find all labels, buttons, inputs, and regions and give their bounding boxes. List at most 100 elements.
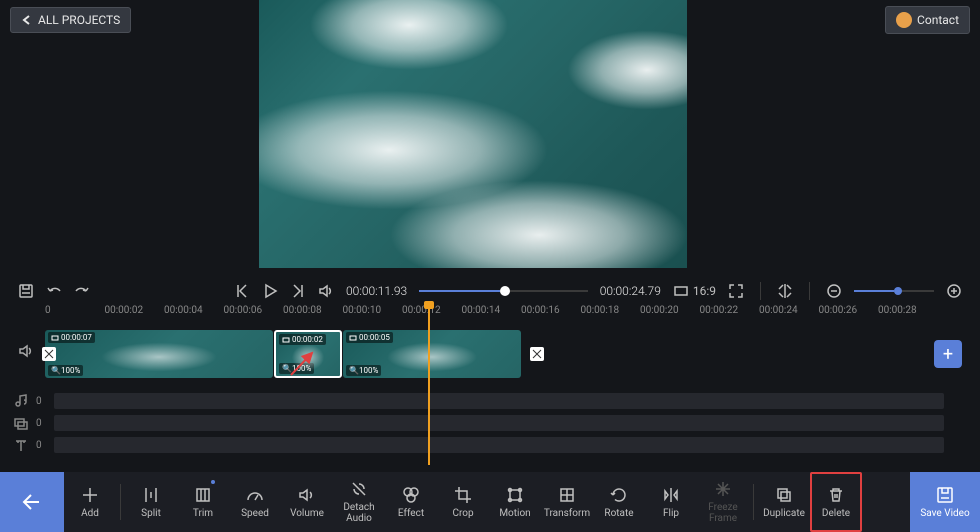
zoom-slider[interactable] (854, 290, 934, 292)
overlay-track-row[interactable]: 0 (10, 412, 960, 434)
zoom-in-icon[interactable] (946, 283, 962, 299)
play-icon[interactable] (262, 283, 278, 299)
audio-track-bar[interactable] (54, 393, 944, 409)
transform-button[interactable]: Transform (541, 472, 593, 532)
aspect-icon (673, 283, 689, 299)
split-button[interactable]: Split (125, 472, 177, 532)
volume-label: Volume (290, 508, 324, 519)
add-button[interactable]: Add (64, 472, 116, 532)
ruler-tick: 00:00:06 (224, 305, 284, 323)
trim-icon (194, 486, 212, 504)
overlay-track-bar[interactable] (54, 415, 944, 431)
contact-button[interactable]: Contact (885, 6, 970, 34)
text-track-bar[interactable] (54, 437, 944, 453)
transform-icon (558, 486, 576, 504)
trim-button[interactable]: Trim (177, 472, 229, 532)
detach-icon (350, 480, 368, 498)
next-frame-icon[interactable] (290, 283, 306, 299)
effect-icon (402, 486, 420, 504)
ruler-tick: 00:00:16 (521, 305, 581, 323)
add-track-button[interactable]: + (934, 340, 962, 368)
redo-icon[interactable] (74, 283, 90, 299)
ruler-tick: 00:00:20 (640, 305, 700, 323)
motion-button[interactable]: Motion (489, 472, 541, 532)
flip-label: Flip (663, 508, 679, 519)
ruler-tick: 00:00:14 (462, 305, 522, 323)
volume-button[interactable]: Volume (281, 472, 333, 532)
flip-icon (662, 486, 680, 504)
speed-button[interactable]: Speed (229, 472, 281, 532)
detach-audio-button[interactable]: Detach Audio (333, 472, 385, 532)
all-projects-label: ALL PROJECTS (38, 13, 120, 27)
crop-label: Crop (452, 508, 473, 519)
playback-controls: 00:00:11.93 00:00:24.79 16:9 (0, 278, 980, 304)
volume-icon (298, 486, 316, 504)
duplicate-button[interactable]: Duplicate (758, 472, 810, 532)
playhead[interactable] (428, 305, 430, 465)
delete-button[interactable]: Delete (810, 472, 862, 532)
video-clip[interactable]: 00:00:05🔍100% (343, 330, 521, 378)
split-label: Split (141, 508, 161, 519)
mute-icon[interactable] (318, 283, 334, 299)
crop-button[interactable]: Crop (437, 472, 489, 532)
back-button[interactable] (0, 472, 64, 532)
progress-bar[interactable] (419, 290, 588, 292)
clip-zoom: 🔍100% (48, 365, 83, 376)
aspect-ratio-button[interactable]: 16:9 (673, 283, 716, 299)
plus-icon (81, 486, 99, 504)
extra-tracks: 0 0 0 (10, 390, 960, 456)
chevron-left-icon (21, 14, 33, 26)
ruler-tick: 00:00:02 (105, 305, 165, 323)
video-clip[interactable]: 00:00:07 🔍100% (45, 330, 273, 378)
ruler-tick: 00:00:08 (283, 305, 343, 323)
speed-label: Speed (241, 508, 269, 519)
text-icon (14, 438, 28, 452)
duplicate-icon (775, 486, 793, 504)
clips-container: 00:00:07🔍100%00:00:02🔍100%00:00:05🔍100% (45, 330, 521, 378)
fit-icon[interactable] (777, 283, 793, 299)
audio-track-row[interactable]: 0 (10, 390, 960, 412)
save-icon[interactable] (18, 283, 34, 299)
transform-label: Transform (544, 508, 590, 519)
text-track-row[interactable]: 0 (10, 434, 960, 456)
all-projects-button[interactable]: ALL PROJECTS (10, 7, 131, 33)
transition-marker[interactable] (42, 347, 56, 361)
save-video-button[interactable]: Save Video (910, 472, 980, 532)
timeline-ruler[interactable]: 000:00:0200:00:0400:00:0600:00:0800:00:1… (45, 305, 960, 323)
text-count: 0 (36, 440, 46, 451)
clip-zoom: 🔍100% (346, 365, 381, 376)
total-time: 00:00:24.79 (600, 284, 661, 298)
split-icon (142, 486, 160, 504)
trim-label: Trim (193, 508, 213, 519)
contact-label: Contact (917, 13, 959, 27)
save-video-icon (936, 486, 954, 504)
transition-marker[interactable] (530, 347, 544, 361)
duplicate-label: Duplicate (763, 508, 805, 519)
rotate-button[interactable]: Rotate (593, 472, 645, 532)
motion-label: Motion (499, 508, 530, 519)
effect-label: Effect (398, 508, 424, 519)
ruler-tick: 00:00:22 (700, 305, 760, 323)
freeze-label: Freeze Frame (697, 502, 749, 524)
effect-button[interactable]: Effect (385, 472, 437, 532)
current-time: 00:00:11.93 (346, 284, 407, 298)
ruler-tick: 0 (45, 305, 105, 323)
undo-icon[interactable] (46, 283, 62, 299)
detach-label: Detach Audio (333, 502, 385, 524)
ruler-tick: 00:00:28 (878, 305, 938, 323)
ruler-tick: 00:00:10 (343, 305, 403, 323)
freeze-icon (714, 480, 732, 498)
trash-icon (827, 486, 845, 504)
clip-duration: 00:00:07 (48, 332, 95, 343)
ruler-tick: 00:00:18 (581, 305, 641, 323)
timeline: 00:00:07🔍100%00:00:02🔍100%00:00:05🔍100% (0, 325, 980, 385)
audio-count: 0 (36, 396, 46, 407)
ruler-tick: 00:00:26 (819, 305, 879, 323)
fullscreen-icon[interactable] (728, 283, 744, 299)
flip-button[interactable]: Flip (645, 472, 697, 532)
prev-frame-icon[interactable] (234, 283, 250, 299)
add-label: Add (81, 508, 99, 519)
video-track-icon (18, 343, 38, 363)
zoom-out-icon[interactable] (826, 283, 842, 299)
ruler-tick: 00:00:24 (759, 305, 819, 323)
